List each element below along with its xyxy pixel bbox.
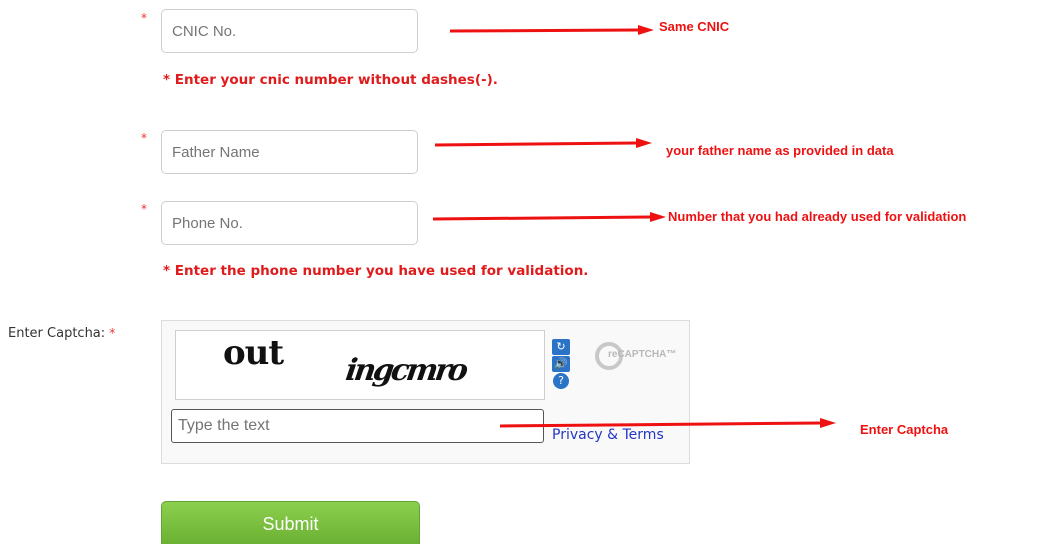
arrow-captcha bbox=[499, 418, 836, 428]
arrow-phone bbox=[432, 212, 666, 222]
arrow-cnic bbox=[449, 25, 654, 35]
annotation-father: your father name as provided in data bbox=[666, 143, 894, 158]
annotation-phone: Number that you had already used for val… bbox=[668, 209, 967, 224]
annotation-arrows bbox=[432, 25, 836, 428]
arrow-father bbox=[434, 138, 652, 148]
annotation-captcha: Enter Captcha bbox=[860, 422, 949, 437]
annotation-cnic: Same CNIC bbox=[659, 19, 730, 34]
